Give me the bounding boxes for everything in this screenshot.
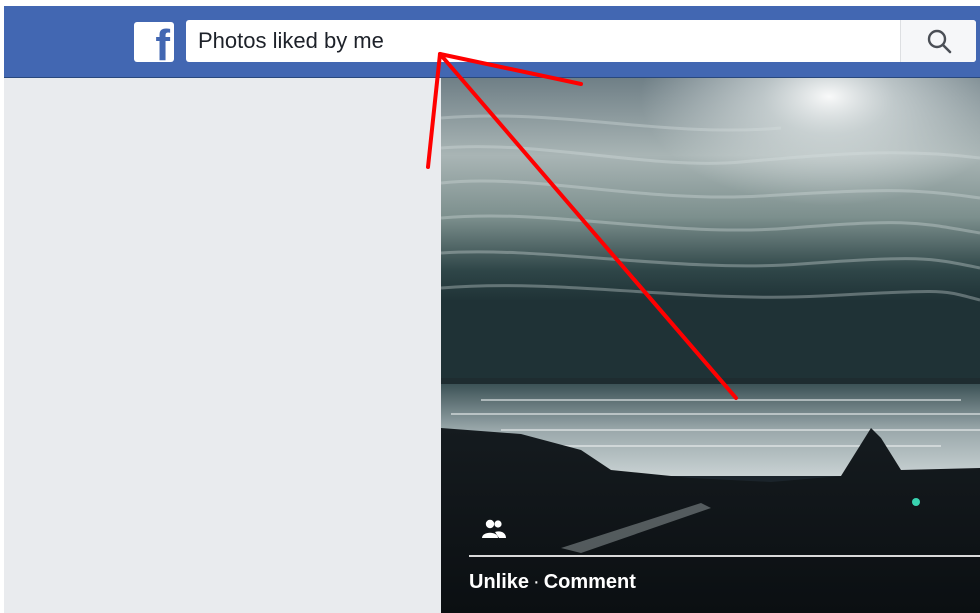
search-box bbox=[186, 20, 976, 62]
unlike-link[interactable]: Unlike bbox=[469, 571, 529, 593]
photo-action-divider bbox=[469, 555, 980, 557]
facebook-logo-icon[interactable]: f bbox=[134, 22, 174, 62]
left-column bbox=[4, 78, 441, 613]
liked-photo[interactable]: Unlike · Comment bbox=[441, 78, 980, 613]
friends-icon[interactable] bbox=[481, 518, 507, 540]
comment-link[interactable]: Comment bbox=[544, 571, 636, 593]
action-separator: · bbox=[533, 571, 540, 593]
search-button[interactable] bbox=[900, 20, 976, 62]
facebook-f-glyph: f bbox=[155, 22, 170, 63]
facebook-screenshot: f Photos liked by me Unlike · Comment bbox=[0, 0, 980, 613]
search-input[interactable] bbox=[186, 20, 886, 62]
search-icon bbox=[927, 29, 951, 54]
photo-actions: Unlike · Comment bbox=[469, 571, 636, 594]
top-navigation-bar: f bbox=[4, 6, 980, 78]
seascape-photo-image bbox=[441, 78, 980, 613]
